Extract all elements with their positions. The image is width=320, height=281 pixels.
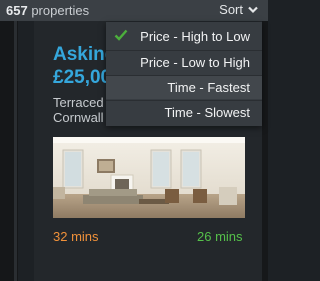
property-count-number: 657 — [6, 3, 28, 18]
listing-address-line1: Terraced — [53, 95, 104, 110]
sort-option-price-low-high[interactable]: Price - Low to High — [106, 50, 262, 74]
sort-option-label: Time - Fastest — [167, 80, 250, 95]
travel-time-right: 26 mins — [197, 229, 243, 244]
chevron-down-icon — [248, 6, 258, 13]
sort-label: Sort — [219, 2, 243, 17]
sort-button[interactable]: Sort — [219, 2, 258, 17]
sort-option-label: Time - Slowest — [164, 105, 250, 120]
travel-time-left: 32 mins — [53, 229, 99, 244]
results-header: 657 properties Sort — [0, 0, 268, 21]
right-panel-edge — [262, 21, 268, 281]
property-count-suffix: properties — [27, 3, 90, 18]
left-divider — [14, 21, 17, 281]
property-count: 657 properties — [6, 3, 89, 18]
listing-address-line2: Cornwall — [53, 110, 104, 125]
living-room-image — [53, 137, 245, 218]
left-panel-edge — [0, 21, 18, 281]
sort-option-label: Price - Low to High — [140, 55, 250, 70]
sort-option-time-slowest[interactable]: Time - Slowest — [106, 100, 262, 124]
property-photo[interactable] — [53, 137, 245, 218]
sort-option-label: Price - High to Low — [140, 29, 250, 44]
sort-option-time-fastest[interactable]: Time - Fastest — [106, 75, 262, 99]
sort-dropdown-menu: Price - High to Low Price - Low to High … — [106, 22, 262, 126]
sort-option-price-high-low[interactable]: Price - High to Low — [106, 25, 262, 49]
listing-price[interactable]: £25,00 — [53, 67, 111, 89]
check-icon — [114, 29, 128, 41]
